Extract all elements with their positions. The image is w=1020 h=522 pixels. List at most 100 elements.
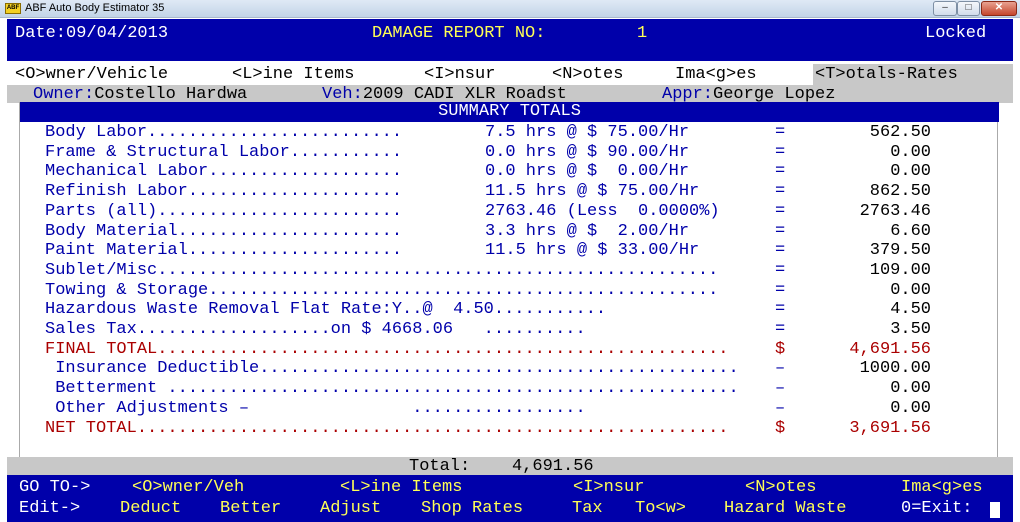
summary-row-operator: =: [775, 182, 786, 202]
summary-row: FINAL TOTAL.............................…: [20, 340, 999, 360]
summary-row-amount: 3.50: [890, 320, 931, 339]
summary-row-amount: 562.50: [869, 123, 931, 142]
summary-row-label: NET TOTAL...............................…: [45, 418, 729, 438]
summary-row: Frame & Structural Labor........... 0.0 h…: [20, 143, 999, 163]
summary-row-calc: 11.5 hrs @ $ 75.00/Hr: [485, 182, 700, 202]
summary-row-amount: 0.00: [890, 162, 931, 182]
goto-line-items[interactable]: <L>ine Items: [340, 478, 462, 497]
summary-totals-panel: SUMMARY TOTALS Body Labor...............…: [19, 102, 999, 457]
edit-towing[interactable]: To<w>: [635, 499, 686, 518]
summary-row-calc: 3.3 hrs @ $ 2.00/Hr: [485, 221, 690, 241]
command-footer: GO TO-> <O>wner/Veh <L>ine Items <I>nsur…: [7, 475, 1013, 522]
summary-row: Refinish Labor..................... 11.5 …: [20, 182, 999, 202]
tab-totals-rates[interactable]: <T>otals-Rates: [813, 64, 1013, 85]
total-label: Total:: [409, 457, 471, 476]
summary-row-label: Betterment .............................…: [45, 379, 739, 399]
summary-row-operator: =: [775, 123, 786, 142]
summary-row-label: Sublet/Misc.............................…: [45, 260, 719, 280]
exit-command[interactable]: 0=Exit:: [901, 499, 972, 518]
goto-owner-vehicle[interactable]: <O>wner/Veh: [132, 478, 244, 497]
summary-row-label: Towing & Storage........................…: [45, 280, 719, 300]
window-title: ABF Auto Body Estimator 35: [25, 2, 165, 14]
summary-row-amount: 1000.00: [859, 359, 931, 379]
lock-status: Locked: [925, 24, 987, 43]
tab-notes[interactable]: <N>otes: [550, 64, 658, 85]
goto-notes[interactable]: <N>otes: [745, 478, 816, 497]
summary-row-label: Hazardous Waste Removal Flat Rate:Y..@ 4…: [45, 300, 607, 320]
window-titlebar[interactable]: ABF ABF Auto Body Estimator 35 – □ ✕: [0, 0, 1020, 18]
damage-report-number: 1: [637, 24, 648, 43]
summary-row-calc: 2763.46 (Less 0.0000%): [485, 201, 720, 221]
summary-row: Sublet/Misc.............................…: [20, 261, 999, 281]
summary-row-calc: 0.0 hrs @ $ 0.00/Hr: [485, 162, 690, 182]
summary-row-operator: =: [775, 201, 786, 221]
summary-row: Sales Tax...................on $ 4668.06…: [20, 320, 999, 340]
edit-betterment[interactable]: Better: [220, 499, 281, 518]
summary-row: Body Labor......................... 7.5 h…: [20, 123, 999, 143]
summary-row: Other Adjustments – ................. – 0.…: [20, 399, 999, 419]
total-value: 4,691.56: [512, 457, 594, 476]
summary-row-amount: 379.50: [869, 241, 931, 261]
summary-row: NET TOTAL...............................…: [20, 419, 999, 439]
summary-row-label: Parts (all)........................: [45, 201, 403, 221]
tab-images[interactable]: Ima<g>es: [673, 64, 795, 85]
edit-shop-rates[interactable]: Shop Rates: [421, 499, 523, 518]
goto-insurance[interactable]: <I>nsur: [573, 478, 644, 497]
maximize-button[interactable]: □: [957, 1, 980, 16]
minimize-button[interactable]: –: [933, 1, 957, 16]
summary-row-amount: 3,691.56: [849, 418, 931, 438]
edit-hazard-waste[interactable]: Hazard Waste: [724, 499, 846, 518]
summary-row-label: Frame & Structural Labor...........: [45, 142, 403, 162]
summary-row-operator: –: [775, 359, 786, 379]
summary-row-amount: 6.60: [890, 221, 931, 241]
summary-row-label: Other Adjustments – .................: [45, 398, 586, 418]
total-line: Total: 4,691.56: [7, 457, 1013, 476]
summary-row-operator: $: [775, 418, 786, 438]
summary-row-amount: 0.00: [890, 142, 931, 162]
summary-row-label: Body Labor.........................: [45, 123, 403, 142]
goto-images[interactable]: Ima<g>es: [901, 478, 983, 497]
summary-row-operator: =: [775, 241, 786, 261]
summary-row-label: Body Material......................: [45, 221, 403, 241]
summary-row-label: Refinish Labor.....................: [45, 182, 403, 202]
edit-deduct[interactable]: Deduct: [120, 499, 181, 518]
summary-row-amount: 4,691.56: [849, 339, 931, 359]
summary-row-amount: 109.00: [869, 260, 931, 280]
summary-row-label: FINAL TOTAL.............................…: [45, 339, 729, 359]
summary-row-amount: 2763.46: [859, 201, 931, 221]
summary-row-operator: =: [775, 280, 786, 300]
summary-row-operator: =: [775, 221, 786, 241]
summary-row-label: Insurance Deductible....................…: [45, 359, 739, 379]
summary-row: Hazardous Waste Removal Flat Rate:Y..@ 4…: [20, 300, 999, 320]
close-button[interactable]: ✕: [981, 1, 1017, 16]
summary-row-operator: =: [775, 142, 786, 162]
summary-row-label: Mechanical Labor...................: [45, 162, 403, 182]
summary-row-operator: –: [775, 379, 786, 399]
edit-tax[interactable]: Tax: [572, 499, 603, 518]
vehicle-info-bar: Owner:Costello Hardwa Veh:2009 CADI XLR …: [7, 85, 1013, 104]
tab-insurance[interactable]: <I>nsur: [422, 64, 534, 85]
summary-row-operator: –: [775, 398, 786, 418]
damage-report-label: DAMAGE REPORT NO:: [372, 24, 546, 43]
estimator-screen: Date:09/04/2013 DAMAGE REPORT NO: 1 Lock…: [7, 19, 1013, 522]
summary-row: Towing & Storage........................…: [20, 281, 999, 301]
header-bar: Date:09/04/2013 DAMAGE REPORT NO: 1 Lock…: [7, 19, 1013, 61]
summary-row-operator: =: [775, 320, 786, 339]
abf-app-icon: ABF: [5, 3, 21, 14]
summary-row-operator: =: [775, 300, 786, 320]
summary-row-calc: 7.5 hrs @ $ 75.00/Hr: [485, 123, 690, 142]
summary-row-label: Sales Tax...................on $ 4668.06…: [45, 320, 586, 339]
summary-row-amount: 4.50: [890, 300, 931, 320]
tab-owner-vehicle[interactable]: <O>wner/Vehicle: [13, 64, 213, 85]
summary-row-calc: 0.0 hrs @ $ 90.00/Hr: [485, 142, 690, 162]
tab-line-items[interactable]: <L>ine Items: [230, 64, 406, 85]
summary-row: Paint Material..................... 11.5 …: [20, 241, 999, 261]
edit-label: Edit->: [19, 499, 81, 518]
text-cursor: [990, 502, 1000, 518]
edit-adjust[interactable]: Adjust: [320, 499, 381, 518]
summary-row: Insurance Deductible....................…: [20, 359, 999, 379]
summary-row-amount: 862.50: [869, 182, 931, 202]
summary-row-amount: 0.00: [890, 398, 931, 418]
summary-row: Parts (all)........................ 2763.…: [20, 202, 999, 222]
summary-totals-title: SUMMARY TOTALS: [20, 102, 999, 122]
